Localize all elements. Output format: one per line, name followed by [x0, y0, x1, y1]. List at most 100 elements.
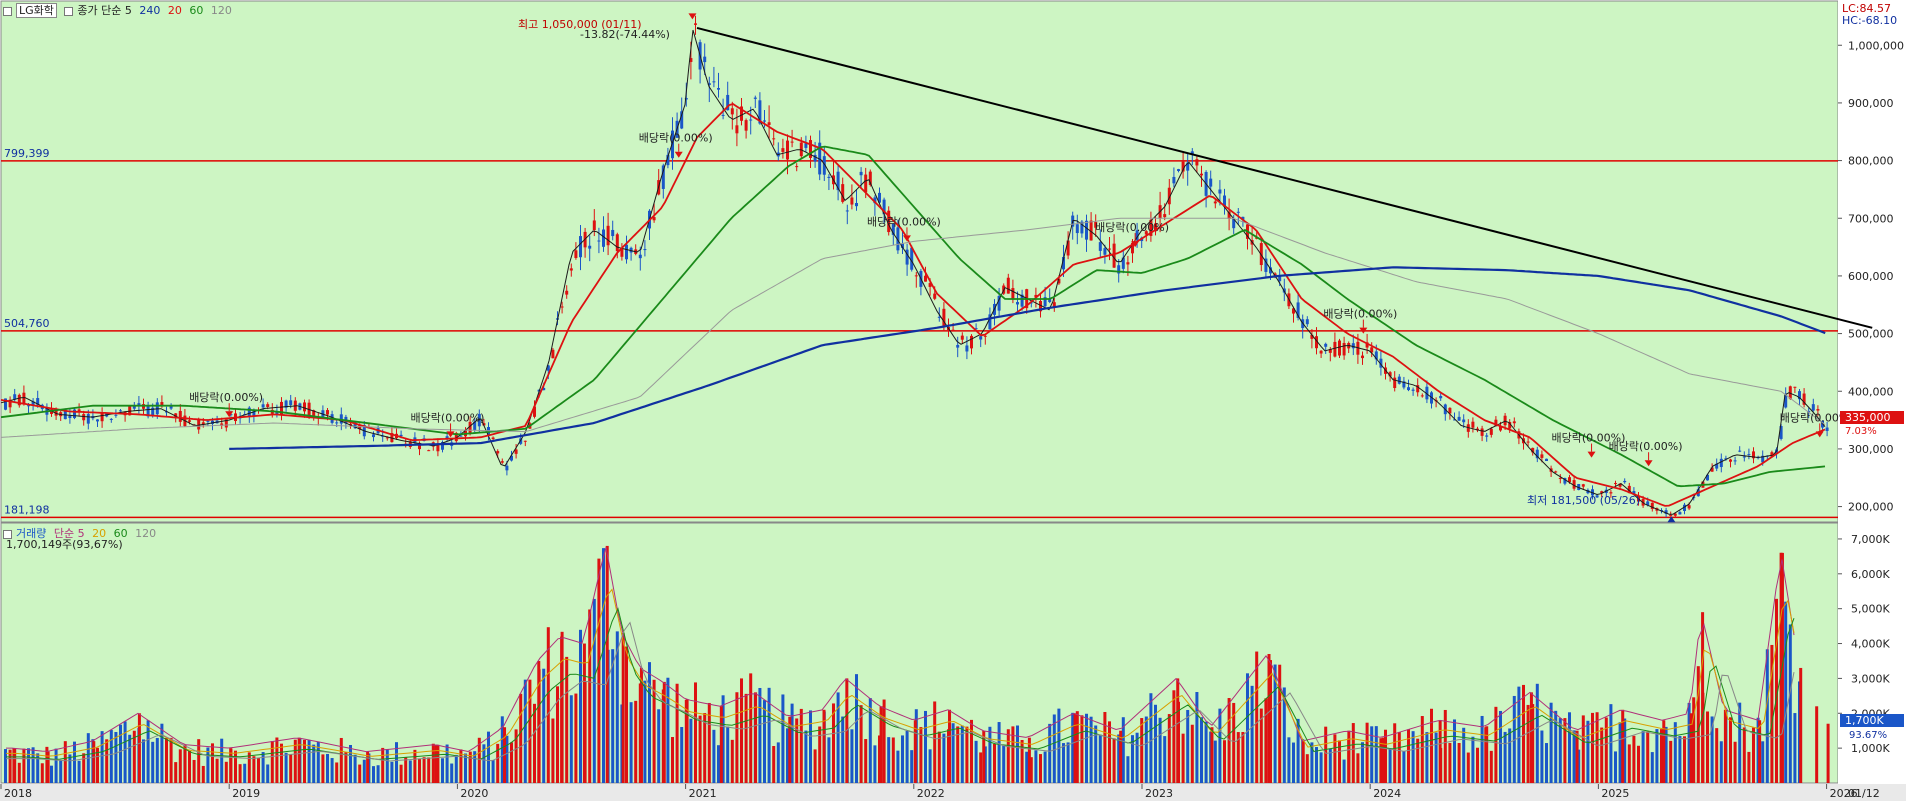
candle-body	[753, 97, 757, 99]
volume-bar	[1586, 720, 1590, 783]
volume-indicator-label[interactable]: 단순 5	[54, 527, 85, 540]
volume-peak-bar	[560, 636, 564, 783]
candle-body	[1163, 214, 1167, 218]
volume-bar	[905, 730, 909, 783]
volume-bar	[1085, 713, 1088, 783]
vol-ma120-label[interactable]: 120	[135, 527, 156, 540]
volume-bar	[528, 679, 532, 783]
volume-bar	[1457, 743, 1461, 783]
dividend-label-4: 배당락(0.00%)	[1095, 221, 1169, 234]
volume-bar	[1678, 736, 1682, 783]
volume-bar	[284, 752, 288, 783]
volume-bar	[602, 548, 605, 783]
candle-body	[1733, 460, 1737, 462]
volume-bar	[1641, 731, 1645, 783]
volume-bar	[1250, 685, 1254, 783]
candle-body	[1558, 477, 1562, 479]
candle-body	[924, 275, 927, 282]
ma120-label[interactable]: 120	[211, 4, 232, 17]
candle-body	[560, 306, 564, 308]
volume-bar	[1402, 751, 1406, 783]
stock-name[interactable]: LG화학	[16, 3, 57, 18]
volume-bar	[1388, 748, 1392, 783]
volume-bar	[257, 758, 260, 783]
candle-body	[1209, 178, 1213, 187]
volume-bar	[1163, 736, 1167, 783]
candle-body	[1177, 169, 1180, 171]
volume-bar	[169, 737, 173, 783]
volume-bar	[4, 749, 7, 783]
volume-bar	[293, 739, 297, 783]
volume-bar	[1167, 714, 1171, 783]
price-tick-label-7: 300,000	[1848, 443, 1894, 456]
volume-bar	[1752, 727, 1755, 783]
support-line-label-2: 181,198	[4, 503, 50, 516]
volume-bar	[399, 764, 403, 783]
candle-body	[1351, 343, 1355, 349]
volume-bar	[1434, 732, 1438, 783]
volume-legend: 거래량 단순 5 20 60 120	[3, 525, 160, 541]
x-tick-label-7: 2025	[1601, 787, 1629, 800]
volume-bar	[891, 737, 895, 783]
volume-bar	[551, 718, 555, 783]
volume-bar	[123, 721, 127, 783]
volume-bar	[569, 695, 573, 783]
volume-peak-bar	[1301, 741, 1305, 783]
volume-bar	[1241, 731, 1245, 783]
volume-bar	[151, 741, 155, 783]
checkbox-icon[interactable]	[3, 6, 12, 16]
volume-bar	[491, 759, 495, 783]
x-tick-label-6: 2024	[1373, 787, 1401, 800]
volume-bar	[1765, 649, 1769, 783]
candle-body	[1489, 428, 1493, 435]
candle-body	[864, 174, 868, 193]
candle-body	[1678, 512, 1682, 515]
high-change-label: -13.82(-74.44%)	[580, 28, 670, 41]
ma240-label[interactable]: 240	[139, 4, 160, 17]
candle-body	[1439, 395, 1443, 399]
checkbox-icon[interactable]	[64, 6, 74, 16]
volume-bar	[289, 754, 293, 783]
volume-bar	[1393, 723, 1397, 783]
dividend-label-5: 배당락(0.00%)	[1323, 308, 1397, 321]
candle-body	[96, 419, 99, 422]
price-indicator-label[interactable]: 종가 단순 5	[77, 4, 131, 17]
vol-ma20-label[interactable]: 20	[92, 527, 106, 540]
candle-body	[786, 140, 789, 160]
candle-body	[1623, 480, 1627, 483]
dividend-label-7: 배당락(0.00%)	[1609, 440, 1683, 453]
candle-body	[611, 229, 615, 237]
volume-bar	[77, 760, 81, 783]
volume-bar	[362, 759, 366, 783]
volume-label[interactable]: 거래량	[16, 527, 46, 540]
volume-bar	[418, 759, 421, 783]
volume-bar	[850, 729, 854, 783]
checkbox-icon[interactable]	[3, 529, 12, 539]
candle-body	[638, 254, 642, 259]
volume-bar	[749, 673, 753, 783]
candle-body	[1411, 389, 1415, 391]
candle-body	[1016, 302, 1019, 305]
candle-body	[1687, 505, 1691, 509]
ma60-label[interactable]: 60	[189, 4, 203, 17]
volume-bar	[1471, 736, 1475, 783]
candle-body	[261, 404, 265, 408]
candle-body	[1098, 242, 1102, 251]
volume-tick-label-1: 6,000K	[1851, 568, 1890, 581]
volume-bar	[201, 765, 205, 783]
volume-tick-label-6: 1,000K	[1851, 742, 1890, 755]
volume-bar	[266, 764, 270, 783]
volume-bar	[717, 745, 720, 783]
candle-body	[289, 400, 293, 406]
vol-ma60-label[interactable]: 60	[114, 527, 128, 540]
volume-peak-bar	[605, 545, 609, 783]
volume-bar	[804, 730, 808, 783]
x-tick-label-0: 2018	[4, 787, 32, 800]
x-tick-label-4: 2022	[917, 787, 945, 800]
ma20-label[interactable]: 20	[168, 4, 182, 17]
candle-body	[109, 418, 113, 420]
volume-bar	[901, 735, 904, 783]
volume-tick-label-2: 5,000K	[1851, 603, 1890, 616]
volume-bar	[648, 662, 651, 783]
volume-bar	[758, 687, 762, 783]
